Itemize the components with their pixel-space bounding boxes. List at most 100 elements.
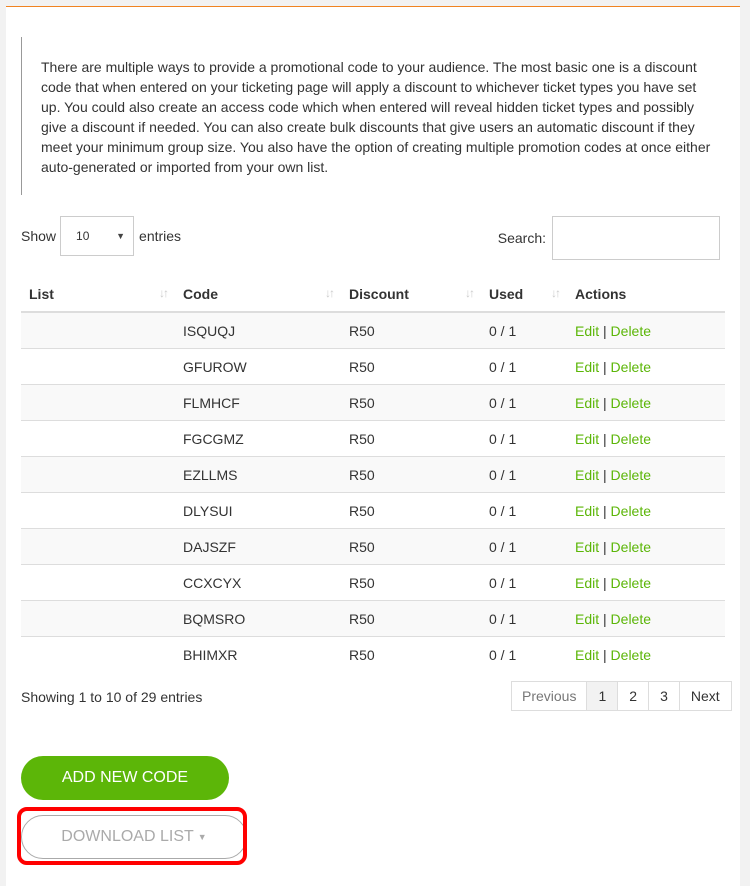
delete-link[interactable]: Delete <box>611 647 651 663</box>
delete-link[interactable]: Delete <box>611 359 651 375</box>
delete-link[interactable]: Delete <box>611 395 651 411</box>
cell-list <box>21 348 175 385</box>
add-new-code-button[interactable]: ADD NEW CODE <box>21 756 229 800</box>
action-separator: | <box>603 322 607 339</box>
search-input[interactable] <box>552 216 720 260</box>
table-row: DAJSZF R50 0 / 1 Edit | Delete <box>21 528 725 565</box>
delete-link[interactable]: Delete <box>611 467 651 483</box>
cell-list <box>21 564 175 601</box>
intro-blockquote: There are multiple ways to provide a pro… <box>21 37 711 195</box>
cell-list <box>21 420 175 457</box>
column-header-code[interactable]: Code ↓↑ <box>175 277 341 313</box>
cell-list <box>21 528 175 565</box>
edit-link[interactable]: Edit <box>575 539 599 555</box>
entries-select-value: 10 <box>76 229 90 243</box>
edit-link[interactable]: Edit <box>575 359 599 375</box>
cell-discount: R50 <box>341 564 481 601</box>
table-info: Showing 1 to 10 of 29 entries <box>21 689 203 705</box>
column-header-list[interactable]: List ↓↑ <box>21 277 175 313</box>
cell-actions: Edit | Delete <box>567 528 725 565</box>
cell-code: BHIMXR <box>175 636 341 672</box>
cell-used: 0 / 1 <box>481 456 567 493</box>
pagination-page-3[interactable]: 3 <box>648 681 680 711</box>
cell-code: ISQUQJ <box>175 311 341 349</box>
cell-list <box>21 456 175 493</box>
cell-actions: Edit | Delete <box>567 348 725 385</box>
action-separator: | <box>603 646 607 663</box>
cell-actions: Edit | Delete <box>567 456 725 493</box>
cell-discount: R50 <box>341 384 481 421</box>
cell-discount: R50 <box>341 311 481 349</box>
pagination-previous[interactable]: Previous <box>511 681 588 711</box>
delete-link[interactable]: Delete <box>611 431 651 447</box>
table-row: DLYSUI R50 0 / 1 Edit | Delete <box>21 492 725 529</box>
cell-used: 0 / 1 <box>481 420 567 457</box>
highlight-annotation-box <box>17 807 247 865</box>
cell-discount: R50 <box>341 492 481 529</box>
pagination: Previous 1 2 3 Next <box>511 681 732 711</box>
sort-icon: ↓↑ <box>325 286 335 300</box>
table-row: FGCGMZ R50 0 / 1 Edit | Delete <box>21 420 725 457</box>
delete-link[interactable]: Delete <box>611 575 651 591</box>
table-header-row: List ↓↑ Code ↓↑ Discount ↓↑ Used ↓↑ Actions <box>21 277 725 313</box>
action-separator: | <box>603 358 607 375</box>
cell-actions: Edit | Delete <box>567 384 725 421</box>
entries-select[interactable]: 10 ▼ <box>60 216 135 256</box>
entries-length-control: Show 10 ▼ entries <box>21 215 181 257</box>
cell-actions: Edit | Delete <box>567 636 725 672</box>
cell-used: 0 / 1 <box>481 348 567 385</box>
search-control: Search: <box>498 216 720 260</box>
pagination-next[interactable]: Next <box>678 681 732 711</box>
table-row: GFUROW R50 0 / 1 Edit | Delete <box>21 348 725 385</box>
pagination-page-1[interactable]: 1 <box>586 681 619 711</box>
cell-list <box>21 492 175 529</box>
delete-link[interactable]: Delete <box>611 539 651 555</box>
column-header-discount[interactable]: Discount ↓↑ <box>341 277 481 313</box>
cell-actions: Edit | Delete <box>567 492 725 529</box>
cell-used: 0 / 1 <box>481 492 567 529</box>
intro-text: There are multiple ways to provide a pro… <box>41 59 711 175</box>
action-separator: | <box>603 394 607 411</box>
cell-actions: Edit | Delete <box>567 420 725 457</box>
table-row: BQMSRO R50 0 / 1 Edit | Delete <box>21 600 725 637</box>
edit-link[interactable]: Edit <box>575 467 599 483</box>
edit-link[interactable]: Edit <box>575 503 599 519</box>
action-separator: | <box>603 502 607 519</box>
column-header-used[interactable]: Used ↓↑ <box>481 277 567 313</box>
sort-icon: ↓↑ <box>465 286 475 300</box>
cell-code: FGCGMZ <box>175 420 341 457</box>
table-row: BHIMXR R50 0 / 1 Edit | Delete <box>21 636 725 672</box>
delete-link[interactable]: Delete <box>611 503 651 519</box>
table-row: ISQUQJ R50 0 / 1 Edit | Delete <box>21 311 725 349</box>
show-label: Show <box>21 228 57 244</box>
action-separator: | <box>603 466 607 483</box>
cell-used: 0 / 1 <box>481 311 567 349</box>
delete-link[interactable]: Delete <box>611 611 651 627</box>
cell-actions: Edit | Delete <box>567 311 725 349</box>
edit-link[interactable]: Edit <box>575 611 599 627</box>
cell-used: 0 / 1 <box>481 636 567 672</box>
edit-link[interactable]: Edit <box>575 395 599 411</box>
cell-actions: Edit | Delete <box>567 564 725 601</box>
cell-code: GFUROW <box>175 348 341 385</box>
edit-link[interactable]: Edit <box>575 323 599 339</box>
cell-list <box>21 384 175 421</box>
cell-used: 0 / 1 <box>481 564 567 601</box>
caret-down-icon: ▼ <box>116 231 126 241</box>
table-row: CCXCYX R50 0 / 1 Edit | Delete <box>21 564 725 601</box>
sort-icon: ↓↑ <box>551 286 561 300</box>
cell-used: 0 / 1 <box>481 600 567 637</box>
cell-code: DAJSZF <box>175 528 341 565</box>
edit-link[interactable]: Edit <box>575 647 599 663</box>
edit-link[interactable]: Edit <box>575 575 599 591</box>
cell-list <box>21 311 175 349</box>
action-separator: | <box>603 610 607 627</box>
edit-link[interactable]: Edit <box>575 431 599 447</box>
action-separator: | <box>603 430 607 447</box>
cell-used: 0 / 1 <box>481 528 567 565</box>
cell-code: FLMHCF <box>175 384 341 421</box>
action-separator: | <box>603 538 607 555</box>
delete-link[interactable]: Delete <box>611 323 651 339</box>
cell-discount: R50 <box>341 456 481 493</box>
pagination-page-2[interactable]: 2 <box>617 681 650 711</box>
